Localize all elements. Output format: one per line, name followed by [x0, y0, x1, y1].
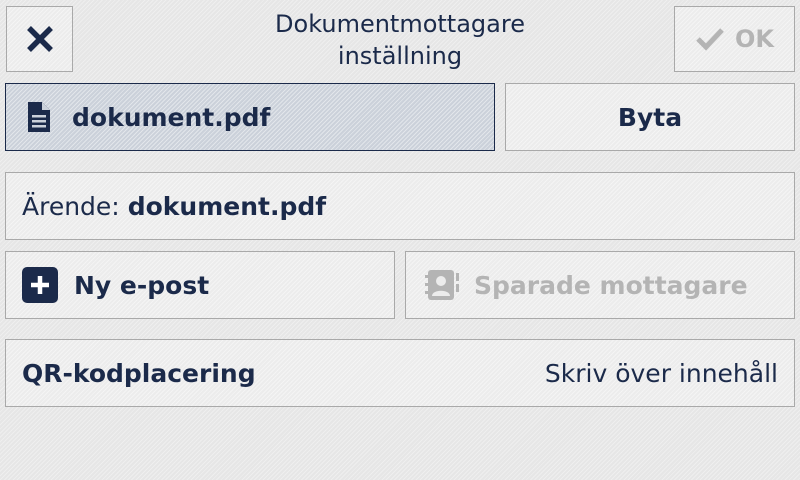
ok-button[interactable]: OK: [674, 6, 795, 72]
close-icon: [26, 26, 53, 52]
new-email-label: Ny e-post: [74, 270, 210, 300]
subject-field[interactable]: Ärende: dokument.pdf: [5, 172, 795, 240]
change-label: Byta: [617, 102, 683, 132]
change-button[interactable]: Byta: [505, 83, 795, 151]
qr-placement-value: Skriv över innehåll: [544, 358, 778, 388]
qr-placement-label: QR-kodplacering: [22, 358, 256, 388]
title-line-2: inställning: [337, 42, 463, 70]
checkmark-icon: [696, 28, 724, 51]
plus-icon: [22, 267, 58, 303]
subject-value: dokument.pdf: [127, 191, 327, 221]
title-line-1: Dokumentmottagare: [275, 10, 525, 38]
qr-placement-setting[interactable]: QR-kodplacering Skriv över innehåll: [5, 339, 795, 407]
new-email-button[interactable]: Ny e-post: [5, 251, 395, 319]
document-icon: [28, 102, 50, 132]
page-title: Dokumentmottagare inställning: [200, 8, 600, 72]
saved-recipients-label: Sparade mottagare: [474, 270, 748, 300]
subject-label: Ärende:: [22, 191, 120, 221]
saved-recipients-button[interactable]: Sparade mottagare: [405, 251, 795, 319]
close-button[interactable]: [6, 6, 73, 72]
address-book-icon: [425, 270, 459, 300]
file-name: dokument.pdf: [72, 102, 271, 132]
selected-file-button[interactable]: dokument.pdf: [5, 83, 495, 151]
ok-label: OK: [735, 25, 774, 53]
